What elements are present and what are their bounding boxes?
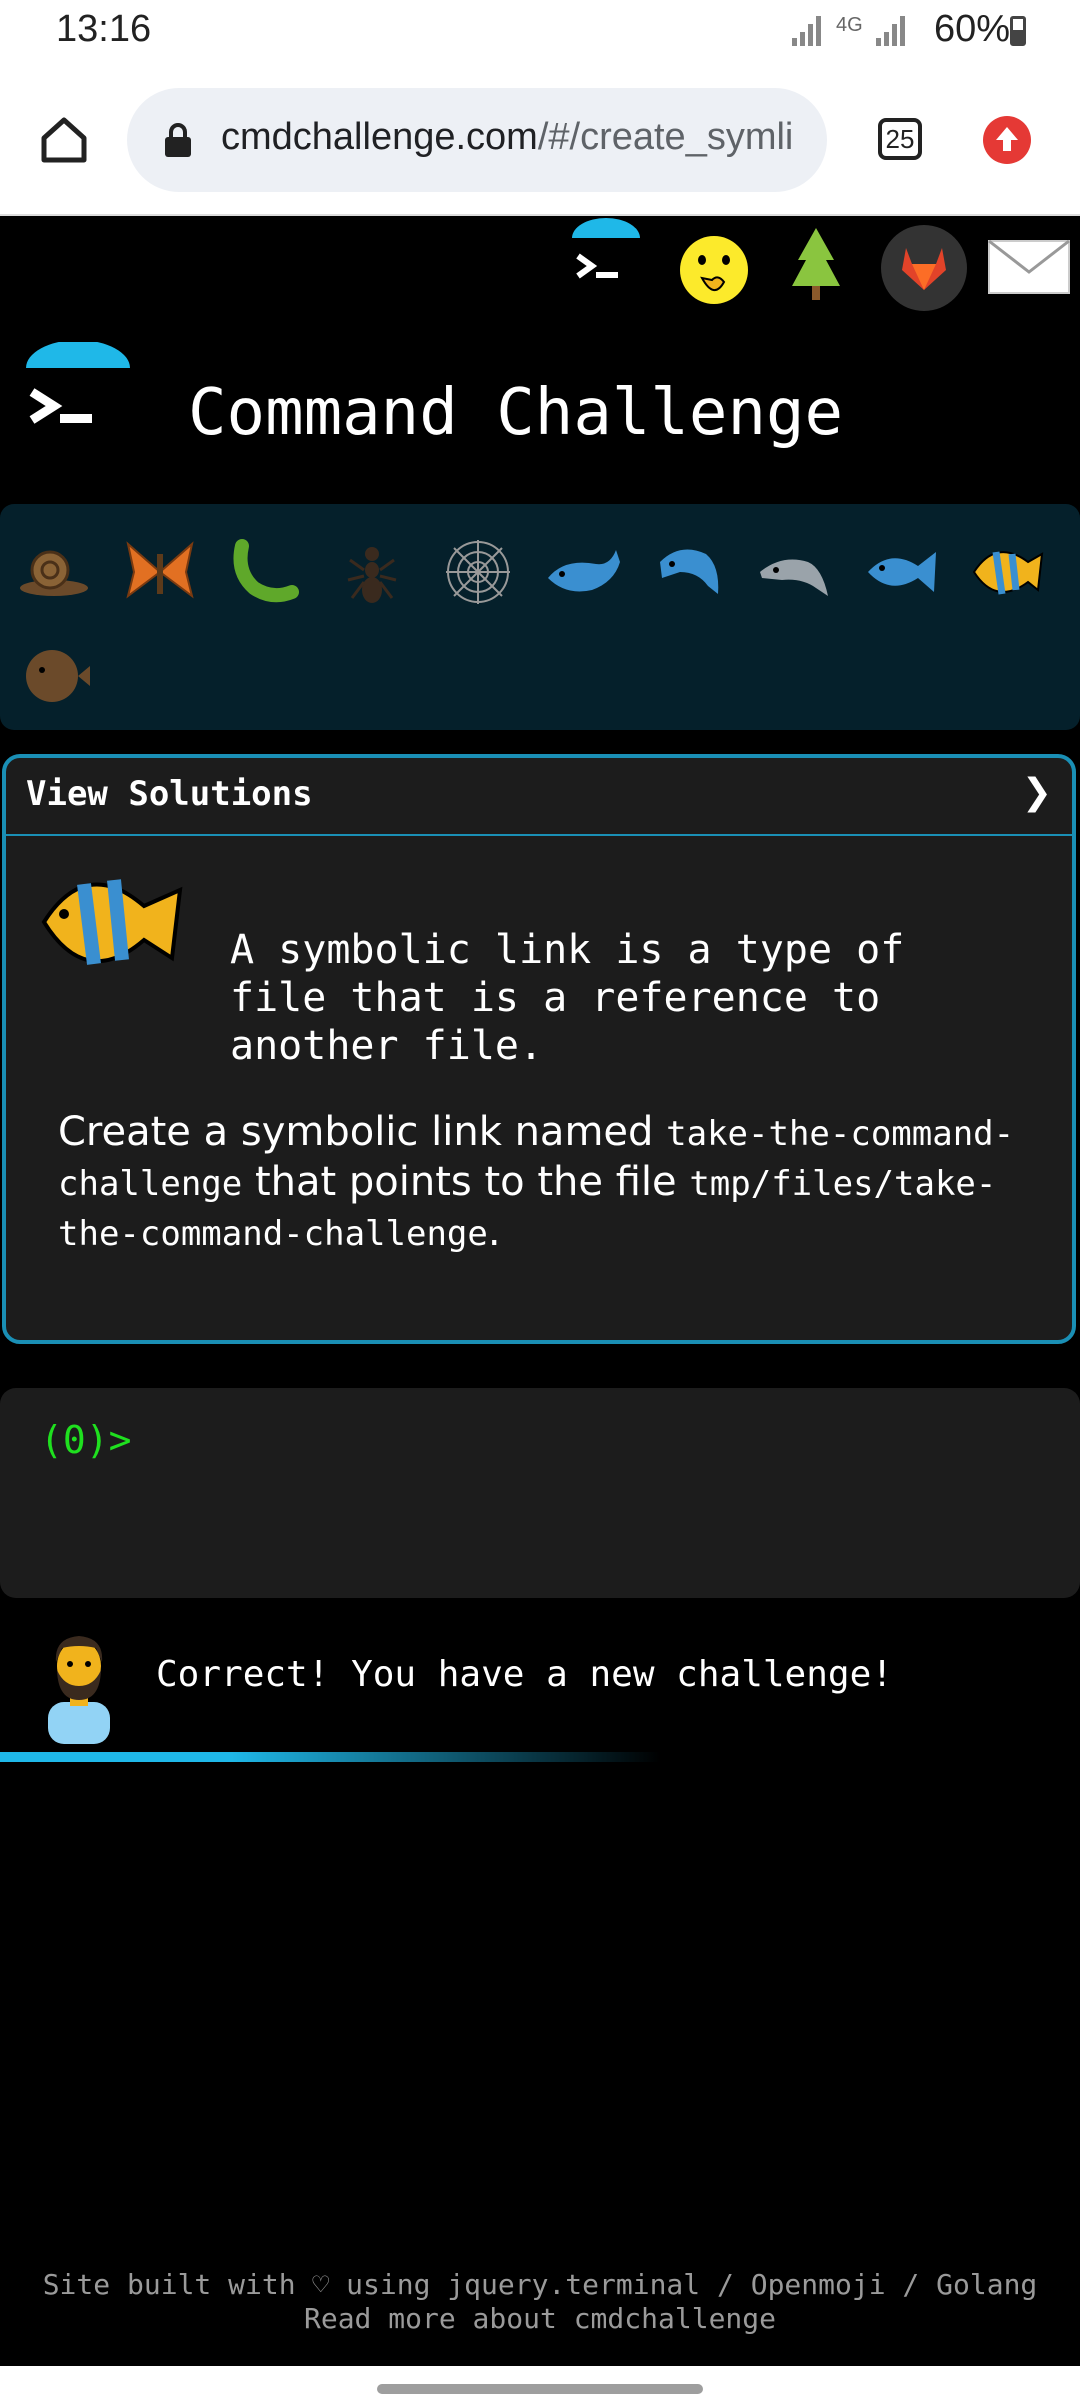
- footer: Site built with ♡ using jquery.terminal …: [0, 2268, 1080, 2336]
- fish-icon[interactable]: [862, 532, 942, 612]
- terminal[interactable]: (0)>: [0, 1388, 1080, 1598]
- terminal-prompt: (0)>: [40, 1418, 132, 1462]
- challenge-panel: View Solutions ❯ A symbolic link is a ty…: [2, 754, 1076, 1344]
- view-solutions-toggle[interactable]: View Solutions ❯: [6, 758, 1072, 836]
- browser-toolbar: cmdchallenge.com/#/create_symli 25: [0, 64, 1080, 216]
- logo-icon: [26, 342, 130, 424]
- footer-read-more[interactable]: Read more about cmdchallenge: [0, 2302, 1080, 2336]
- ant-icon[interactable]: [332, 532, 412, 612]
- result-message: Correct! You have a new challenge!: [0, 1620, 1080, 1760]
- footer-credits[interactable]: Site built with ♡ using jquery.terminal …: [0, 2268, 1080, 2302]
- chevron-right-icon: ❯: [1021, 772, 1052, 813]
- level-bar: [0, 504, 1080, 730]
- shushing-face-icon[interactable]: [674, 230, 754, 310]
- battery-icon: [1010, 16, 1026, 46]
- status-bar: 13:16 4G 60%: [0, 0, 1080, 64]
- battery-level: 60%: [933, 8, 1010, 50]
- envelope-icon[interactable]: [986, 238, 1072, 296]
- tab-switcher-button[interactable]: 25: [878, 118, 922, 160]
- spider-web-icon[interactable]: [438, 532, 518, 612]
- dolphin-grey-icon[interactable]: [756, 532, 836, 612]
- arrow-up-icon: [996, 127, 1018, 151]
- whale-icon[interactable]: [544, 532, 624, 612]
- network-type: 4G: [836, 14, 863, 36]
- challenge-intro: A symbolic link is a type of file that i…: [230, 927, 905, 1069]
- snail-icon[interactable]: [14, 532, 94, 612]
- result-text: Correct! You have a new challenge!: [156, 1654, 893, 1695]
- butterfly-icon[interactable]: [120, 532, 200, 612]
- url-host: cmdchallenge.com: [221, 116, 538, 158]
- caterpillar-icon[interactable]: [226, 532, 306, 612]
- page-content: Command Challenge View Solutions ❯ A sym…: [0, 216, 1080, 2366]
- signal-icon: [792, 16, 821, 46]
- view-solutions-label: View Solutions: [26, 774, 313, 814]
- gitlab-icon[interactable]: [880, 224, 968, 312]
- url-field[interactable]: cmdchallenge.com/#/create_symli: [127, 88, 827, 192]
- tropical-fish-icon[interactable]: [966, 532, 1046, 612]
- lock-icon: [165, 123, 191, 157]
- home-icon[interactable]: [38, 114, 90, 166]
- tropical-fish-icon: [41, 879, 183, 965]
- task-text-1: Create a symbolic link named: [58, 1109, 667, 1155]
- avatar: [48, 1636, 110, 1744]
- task-text-3: .: [487, 1209, 501, 1255]
- url-path: /#/create_symli: [537, 116, 794, 158]
- blowfish-icon[interactable]: [14, 634, 94, 714]
- status-time: 13:16: [56, 8, 152, 50]
- terminal-icon[interactable]: [568, 216, 644, 292]
- dolphin-icon[interactable]: [650, 532, 730, 612]
- challenge-task: Create a symbolic link named take-the-co…: [58, 1108, 1028, 1258]
- signal-icon-2: [876, 16, 905, 46]
- navigation-bar: [0, 2366, 1080, 2408]
- url-text: cmdchallenge.com/#/create_symli: [221, 116, 811, 159]
- task-text-2: that points to the file: [242, 1159, 690, 1205]
- site-title: Command Challenge: [188, 376, 844, 450]
- home-gesture-handle[interactable]: [377, 2384, 703, 2394]
- upload-button[interactable]: [983, 116, 1031, 164]
- tree-icon[interactable]: [786, 224, 846, 310]
- progress-bar: [0, 1752, 660, 1762]
